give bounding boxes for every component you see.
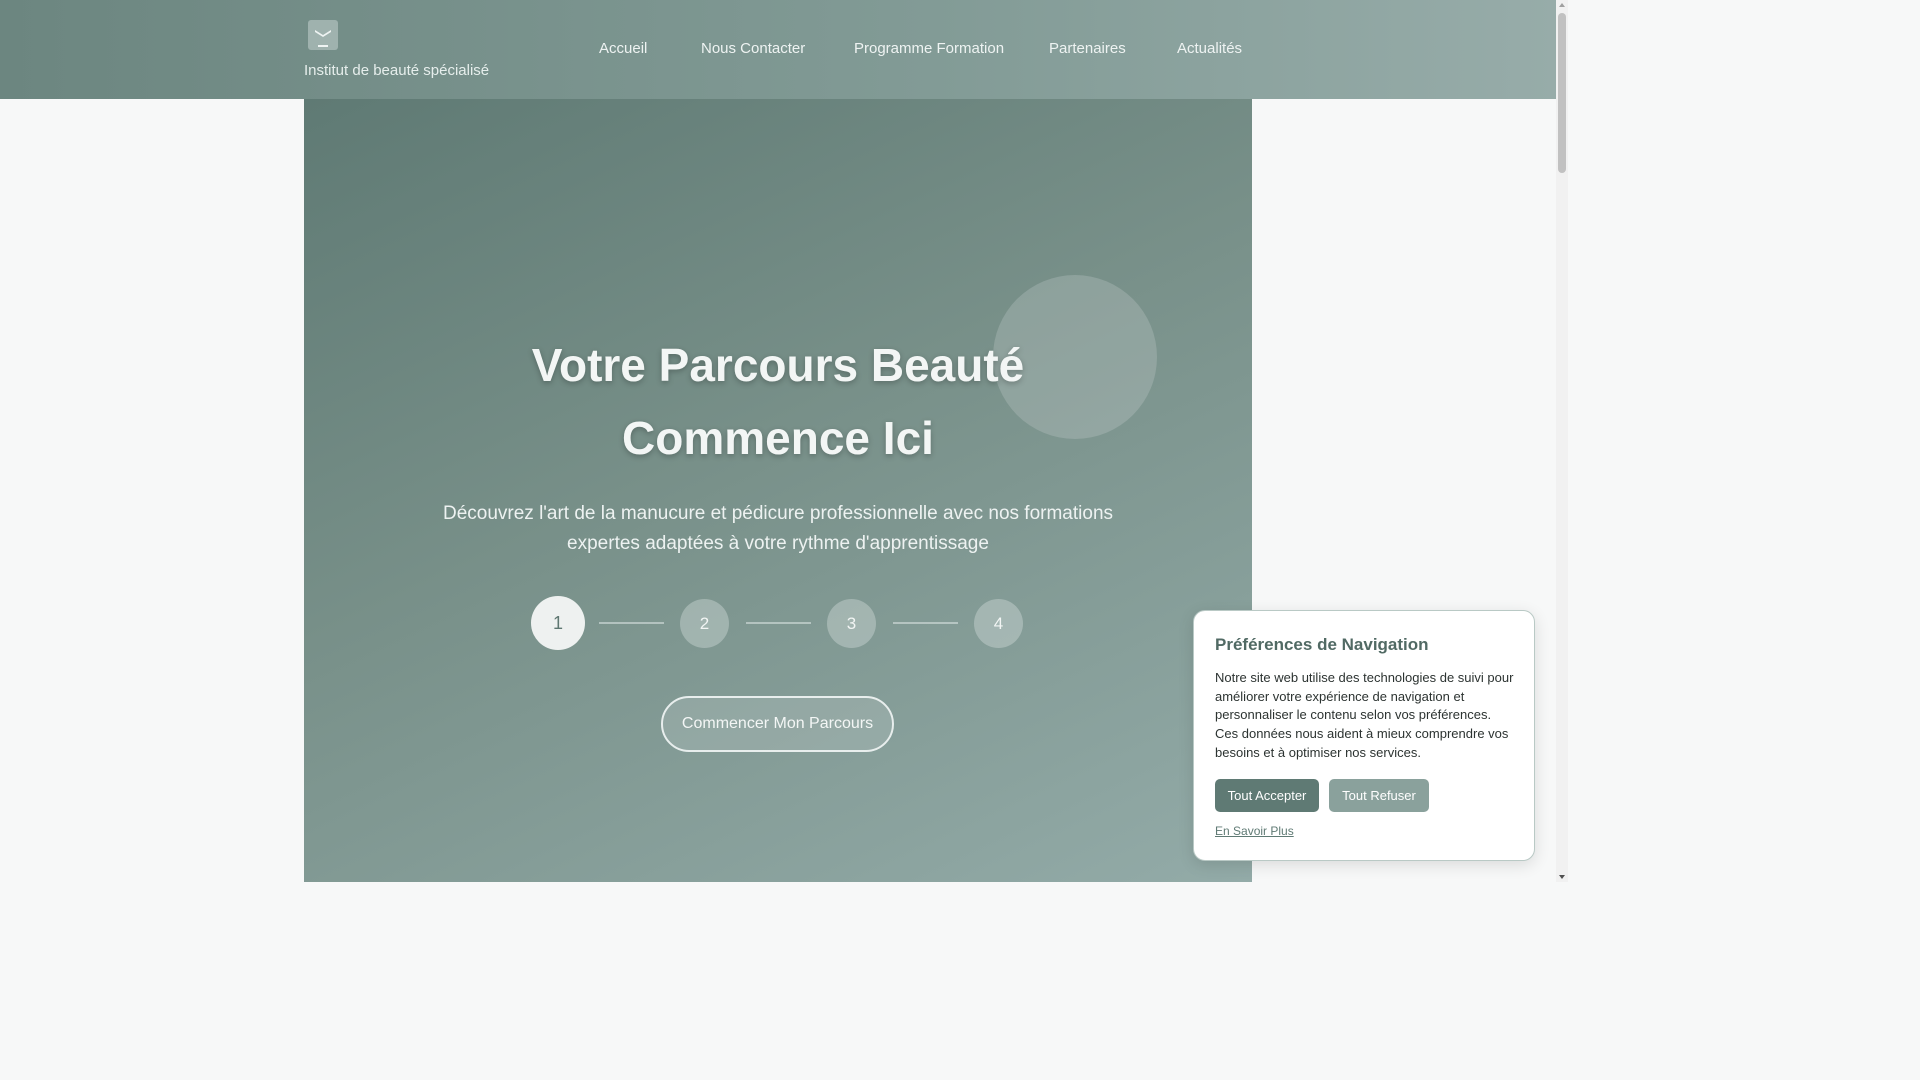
step-connector [746, 622, 811, 624]
hero-title-line-1: Votre Parcours Beauté [531, 339, 1025, 391]
site-header: Institut de beauté spécialisé Accueil No… [0, 0, 1556, 99]
nav-link-accueil[interactable]: Accueil [599, 40, 647, 57]
step-2[interactable]: 2 [680, 599, 729, 648]
scrollbar-thumb[interactable] [1558, 13, 1566, 173]
nav-link-programme-formation[interactable]: Programme Formation [854, 40, 1004, 57]
step-1[interactable]: 1 [531, 596, 585, 650]
learn-more-link[interactable]: En Savoir Plus [1215, 824, 1294, 838]
accept-all-button[interactable]: Tout Accepter [1215, 779, 1319, 812]
hero-subtitle: Découvrez l'art de la manucure et pédicu… [428, 499, 1128, 559]
step-4[interactable]: 4 [974, 599, 1023, 648]
nail-polish-logo-icon[interactable] [308, 20, 338, 50]
hero-section: Votre Parcours Beauté Commence Ici Décou… [304, 99, 1252, 882]
nav-link-actualites[interactable]: Actualités [1177, 40, 1242, 57]
cookie-banner-title: Préférences de Navigation [1215, 635, 1429, 654]
step-connector [893, 622, 958, 624]
hero-subtitle-line-2: expertes adaptées à votre rythme d'appre… [567, 533, 989, 554]
nav-link-nous-contacter[interactable]: Nous Contacter [701, 40, 805, 57]
hero-title: Votre Parcours Beauté Commence Ici [304, 329, 1252, 475]
hero-title-line-2: Commence Ici [622, 412, 934, 464]
brand-name[interactable]: Institut de beauté spécialisé [304, 62, 489, 79]
start-journey-button[interactable]: Commencer Mon Parcours [661, 696, 894, 752]
step-3[interactable]: 3 [827, 599, 876, 648]
hero-subtitle-line-1: Découvrez l'art de la manucure et pédicu… [442, 503, 1114, 524]
refuse-all-button[interactable]: Tout Refuser [1329, 779, 1429, 812]
scroll-down-arrow-icon[interactable] [1559, 875, 1565, 879]
cookie-banner-text: Notre site web utilise des technologies … [1215, 670, 1514, 760]
scroll-up-arrow-icon[interactable] [1559, 3, 1565, 7]
cookie-consent-banner: Préférences de Navigation Notre site web… [1193, 610, 1535, 861]
nav-link-partenaires[interactable]: Partenaires [1049, 40, 1126, 57]
page-scrollbar[interactable] [1556, 0, 1568, 882]
step-connector [599, 622, 664, 624]
